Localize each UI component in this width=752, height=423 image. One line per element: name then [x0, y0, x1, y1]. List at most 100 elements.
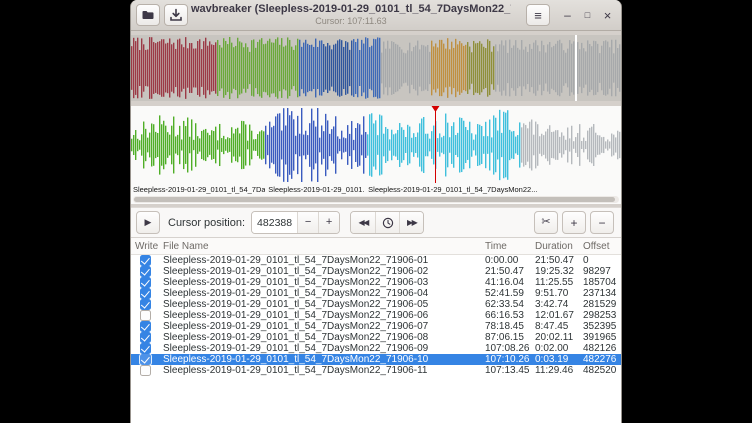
- duration-cell: 12:01.67: [533, 310, 581, 321]
- horizontal-scrollbar[interactable]: [133, 196, 619, 203]
- cursor-decrement-button[interactable]: −: [297, 212, 318, 233]
- track-list-header[interactable]: Write File Name Time Duration Offset: [131, 238, 621, 255]
- menu-button[interactable]: ≡: [526, 4, 550, 26]
- column-header-duration[interactable]: Duration: [533, 241, 581, 252]
- wavbreaker-window: wavbreaker (Sleepless-2019-01-29_0101_tl…: [130, 0, 622, 423]
- file-name-cell: Sleepless-2019-01-29_0101_tl_54_7DaysMon…: [161, 365, 483, 376]
- column-header-offset[interactable]: Offset: [581, 241, 621, 252]
- offset-cell: 482276: [581, 354, 621, 365]
- cursor-position-label: Cursor position:: [168, 217, 245, 229]
- write-checkbox[interactable]: [140, 354, 151, 365]
- cursor-position-input[interactable]: 482388: [252, 212, 297, 233]
- time-cell: 52:41.59: [483, 288, 533, 299]
- minimize-icon: –: [564, 9, 571, 21]
- duration-cell: 8:47.45: [533, 321, 581, 332]
- write-cell: [131, 354, 161, 365]
- maximize-icon: □: [585, 11, 590, 20]
- minimize-button[interactable]: –: [559, 7, 576, 24]
- write-cell: [131, 365, 161, 376]
- detail-cursor-marker: [431, 106, 439, 112]
- write-checkbox[interactable]: [140, 332, 151, 343]
- table-row[interactable]: Sleepless-2019-01-29_0101_tl_54_7DaysMon…: [131, 266, 621, 277]
- titlebar[interactable]: wavbreaker (Sleepless-2019-01-29_0101_tl…: [131, 0, 621, 31]
- write-checkbox[interactable]: [140, 266, 151, 277]
- time-cell: 21:50.47: [483, 266, 533, 277]
- time-cell: 107:10.26: [483, 354, 533, 365]
- file-name-cell: Sleepless-2019-01-29_0101_tl_54_7DaysMon…: [161, 288, 483, 299]
- column-header-file-name[interactable]: File Name: [161, 241, 483, 252]
- close-icon: ×: [604, 9, 612, 22]
- write-checkbox[interactable]: [140, 255, 151, 266]
- open-file-button[interactable]: [136, 4, 160, 26]
- write-cell: [131, 310, 161, 321]
- cursor-increment-button[interactable]: +: [318, 212, 339, 233]
- plus-icon: +: [326, 217, 332, 228]
- duration-cell: 21:50.47: [533, 255, 581, 266]
- add-break-button[interactable]: +: [562, 211, 586, 234]
- column-header-time[interactable]: Time: [483, 241, 533, 252]
- write-checkbox[interactable]: [140, 343, 151, 354]
- offset-cell: 281529: [581, 299, 621, 310]
- time-cell: 62:33.54: [483, 299, 533, 310]
- duration-cell: 11:29.46: [533, 365, 581, 376]
- write-checkbox[interactable]: [140, 310, 151, 321]
- write-cell: [131, 299, 161, 310]
- table-row[interactable]: Sleepless-2019-01-29_0101_tl_54_7DaysMon…: [131, 332, 621, 343]
- offset-cell: 185704: [581, 277, 621, 288]
- detail-view[interactable]: Sleepless-2019-01-29_0101_tl_54_7Days...…: [131, 106, 621, 204]
- detail-waveform[interactable]: [131, 108, 621, 182]
- seek-forward-button[interactable]: ▶▶: [399, 212, 423, 233]
- file-name-cell: Sleepless-2019-01-29_0101_tl_54_7DaysMon…: [161, 255, 483, 266]
- window-title: wavbreaker (Sleepless-2019-01-29_0101_tl…: [191, 3, 511, 16]
- close-button[interactable]: ×: [599, 7, 616, 24]
- time-cell: 66:16.53: [483, 310, 533, 321]
- seek-backward-button[interactable]: ◀◀: [351, 212, 375, 233]
- write-cell: [131, 266, 161, 277]
- write-checkbox[interactable]: [140, 299, 151, 310]
- write-cell: [131, 277, 161, 288]
- duration-cell: 9:51.70: [533, 288, 581, 299]
- cursor-position-spinbox[interactable]: 482388 − +: [251, 211, 340, 234]
- time-cell: 107:13.45: [483, 365, 533, 376]
- write-checkbox[interactable]: [140, 277, 151, 288]
- offset-cell: 0: [581, 255, 621, 266]
- duration-cell: 3:42.74: [533, 299, 581, 310]
- play-button[interactable]: ▶: [136, 211, 160, 234]
- column-header-write[interactable]: Write: [131, 241, 161, 252]
- split-button[interactable]: ✂: [534, 211, 558, 234]
- table-row[interactable]: Sleepless-2019-01-29_0101_tl_54_7DaysMon…: [131, 310, 621, 321]
- save-button[interactable]: [164, 4, 188, 26]
- write-checkbox[interactable]: [140, 365, 151, 376]
- time-cell: 0:00.00: [483, 255, 533, 266]
- table-row[interactable]: Sleepless-2019-01-29_0101_tl_54_7DaysMon…: [131, 288, 621, 299]
- table-row[interactable]: Sleepless-2019-01-29_0101_tl_54_7DaysMon…: [131, 321, 621, 332]
- remove-break-button[interactable]: −: [590, 211, 614, 234]
- write-checkbox[interactable]: [140, 321, 151, 332]
- track-list: Write File Name Time Duration Offset Sle…: [131, 238, 621, 423]
- title-block: wavbreaker (Sleepless-2019-01-29_0101_tl…: [191, 3, 511, 27]
- write-cell: [131, 332, 161, 343]
- time-cell: 41:16.04: [483, 277, 533, 288]
- table-row[interactable]: Sleepless-2019-01-29_0101_tl_54_7DaysMon…: [131, 255, 621, 266]
- maximize-button[interactable]: □: [579, 7, 596, 24]
- offset-cell: 352395: [581, 321, 621, 332]
- write-checkbox[interactable]: [140, 288, 151, 299]
- table-row[interactable]: Sleepless-2019-01-29_0101_tl_54_7DaysMon…: [131, 343, 621, 354]
- track-label: Sleepless-2019-01-29_0101_tl_54_7DaysMon…: [368, 185, 537, 194]
- table-row[interactable]: Sleepless-2019-01-29_0101_tl_54_7DaysMon…: [131, 277, 621, 288]
- table-row[interactable]: Sleepless-2019-01-29_0101_tl_54_7DaysMon…: [131, 299, 621, 310]
- scrollbar-handle[interactable]: [134, 197, 615, 202]
- time-cell: 78:18.45: [483, 321, 533, 332]
- play-icon: ▶: [145, 218, 152, 227]
- file-name-cell: Sleepless-2019-01-29_0101_tl_54_7DaysMon…: [161, 321, 483, 332]
- overview-waveform[interactable]: [131, 35, 621, 101]
- time-cell: 107:08.26: [483, 343, 533, 354]
- table-row[interactable]: Sleepless-2019-01-29_0101_tl_54_7DaysMon…: [131, 365, 621, 376]
- table-row[interactable]: Sleepless-2019-01-29_0101_tl_54_7DaysMon…: [131, 354, 621, 365]
- duration-cell: 19:25.32: [533, 266, 581, 277]
- duration-cell: 11:25.55: [533, 277, 581, 288]
- file-name-cell: Sleepless-2019-01-29_0101_tl_54_7DaysMon…: [161, 299, 483, 310]
- folder-open-icon: [141, 8, 155, 22]
- jump-to-time-button[interactable]: [375, 212, 399, 233]
- duration-cell: 20:02.11: [533, 332, 581, 343]
